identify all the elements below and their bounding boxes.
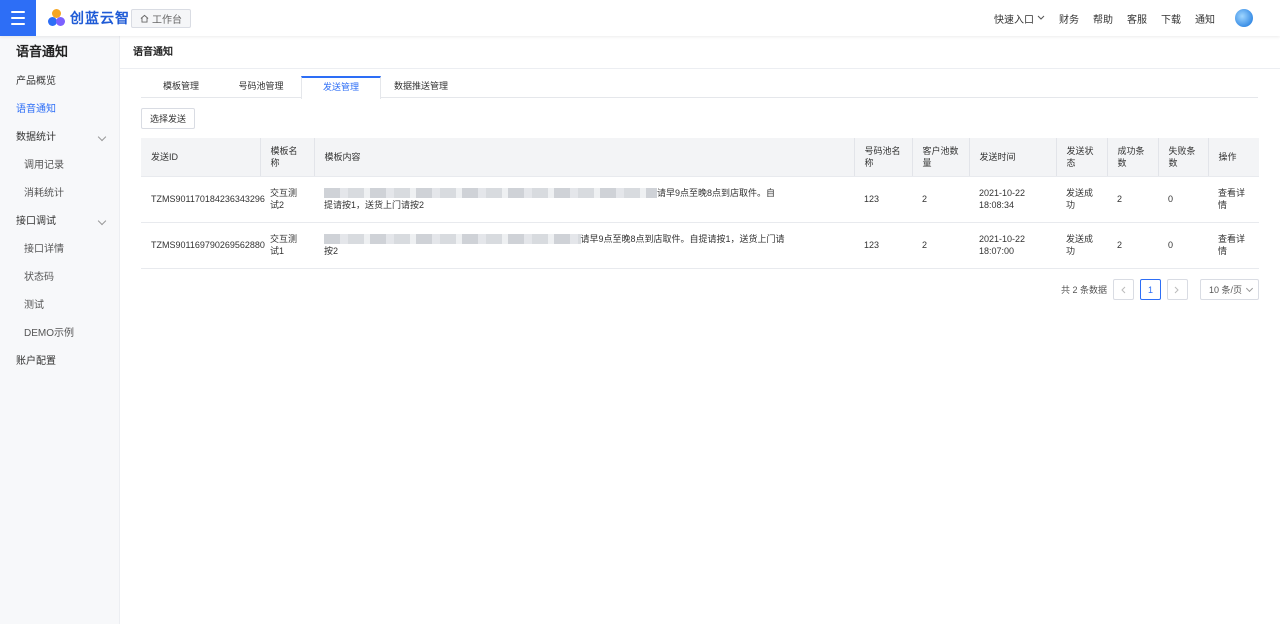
nav-finance[interactable]: 财务 bbox=[1059, 11, 1079, 26]
success-count-cell: 2 bbox=[1107, 222, 1158, 269]
chevron-down-icon bbox=[97, 216, 107, 226]
nav-help[interactable]: 帮助 bbox=[1093, 11, 1113, 26]
table-row: TZMS901170184236343296 交互测试2 xxxxxxxxxxx… bbox=[141, 176, 1259, 223]
status-cell: 发送成功 bbox=[1056, 176, 1107, 223]
template-name-cell: 交互测试1 bbox=[260, 222, 314, 269]
sidebar-item-demo[interactable]: DEMO示例 bbox=[0, 320, 119, 348]
column-header: 操作 bbox=[1208, 138, 1259, 177]
top-nav: 快速入口 财务 帮助 客服 下载 通知 bbox=[980, 0, 1253, 36]
chevron-down-icon bbox=[1245, 284, 1254, 292]
page-title: 语音通知 bbox=[120, 36, 1280, 69]
menu-toggle-button[interactable] bbox=[0, 0, 36, 36]
chevron-down-icon bbox=[1037, 15, 1045, 20]
next-page-button[interactable] bbox=[1166, 279, 1188, 300]
fail-count-cell: 0 bbox=[1158, 176, 1208, 223]
sidebar-item-api-debug[interactable]: 接口调试 bbox=[0, 208, 119, 236]
send-records-table: 发送ID 模板名称 模板内容 号码池名称 客户池数量 发送时间 发送状态 成功条… bbox=[141, 138, 1259, 269]
brand-name: 创蓝云智 bbox=[70, 10, 130, 26]
tab-send-management[interactable]: 发送管理 bbox=[301, 76, 381, 99]
view-details-link[interactable]: 查看详情 bbox=[1208, 222, 1259, 269]
tab-number-pool-management[interactable]: 号码池管理 bbox=[221, 76, 301, 97]
main-content: 语音通知 模板管理 号码池管理 发送管理 数据推送管理 选择发送 发送ID 模板… bbox=[120, 36, 1280, 624]
chevron-left-icon bbox=[1121, 286, 1126, 293]
quick-entry-dropdown[interactable]: 快速入口 bbox=[994, 11, 1045, 26]
send-time-cell: 2021-10-22 18:07:00 bbox=[969, 222, 1056, 269]
sidebar-item-statistics[interactable]: 数据统计 bbox=[0, 124, 119, 152]
table-row: TZMS901169790269562880 交互测试1 xxxxxxxxxxx… bbox=[141, 222, 1259, 269]
fail-count-cell: 0 bbox=[1158, 222, 1208, 269]
column-header: 发送状态 bbox=[1056, 138, 1108, 177]
workbench-label: 工作台 bbox=[152, 15, 182, 26]
column-header: 发送时间 bbox=[969, 138, 1057, 177]
send-id-cell: TZMS901169790269562880 bbox=[141, 222, 265, 269]
nav-download[interactable]: 下载 bbox=[1161, 11, 1181, 26]
brand-logo[interactable]: 创蓝云智 bbox=[48, 8, 130, 28]
chevron-right-icon bbox=[1175, 286, 1180, 293]
sidebar-item-voice-notification[interactable]: 语音通知 bbox=[0, 96, 119, 124]
column-header: 客户池数量 bbox=[912, 138, 970, 177]
success-count-cell: 2 bbox=[1107, 176, 1158, 223]
top-bar: 创蓝云智 工作台 快速入口 财务 帮助 客服 下载 通知 bbox=[0, 0, 1280, 36]
logo-icon bbox=[48, 9, 66, 27]
page-number-button[interactable]: 1 bbox=[1139, 279, 1161, 300]
template-content-cell: xxxxxxxxxxxxxxxxxxxxxxxxxxxxxxxxxxxxxxxx… bbox=[314, 176, 854, 223]
home-icon bbox=[140, 14, 149, 23]
workbench-button[interactable]: 工作台 bbox=[131, 9, 191, 28]
nav-notification[interactable]: 通知 bbox=[1195, 11, 1215, 26]
redacted-text: xxxxxxxxxxxxxxxxxxxxxxxxxxxxxxxxxxxxxxxx… bbox=[324, 188, 657, 198]
customer-count-cell: 2 bbox=[912, 176, 969, 223]
nav-customer-service[interactable]: 客服 bbox=[1127, 11, 1147, 26]
tab-template-management[interactable]: 模板管理 bbox=[141, 76, 221, 97]
sidebar-item-account-config[interactable]: 账户配置 bbox=[0, 348, 119, 376]
template-content-cell: xxxxxxxxxxxxxxxxxxxxxxxxxxxxxxxxxxxxxxxx… bbox=[314, 222, 854, 269]
table-header-row: 发送ID 模板名称 模板内容 号码池名称 客户池数量 发送时间 发送状态 成功条… bbox=[141, 138, 1259, 177]
column-header: 成功条数 bbox=[1107, 138, 1159, 177]
column-header: 模板内容 bbox=[314, 138, 855, 177]
page-size-select[interactable]: 10 条/页 bbox=[1199, 279, 1259, 300]
column-header: 失败条数 bbox=[1158, 138, 1209, 177]
pool-name-cell: 123 bbox=[854, 176, 912, 223]
chevron-down-icon bbox=[97, 132, 107, 142]
sidebar-item-overview[interactable]: 产品概览 bbox=[0, 68, 119, 96]
sidebar-title: 语音通知 bbox=[16, 44, 69, 59]
sidebar-item-call-records[interactable]: 调用记录 bbox=[0, 152, 119, 180]
pool-name-cell: 123 bbox=[854, 222, 912, 269]
pagination: 共 2 条数据 1 10 条/页 bbox=[1061, 279, 1259, 300]
send-time-cell: 2021-10-22 18:08:34 bbox=[969, 176, 1056, 223]
send-id-cell: TZMS901170184236343296 bbox=[141, 176, 265, 223]
sidebar-item-consumption-stats[interactable]: 消耗统计 bbox=[0, 180, 119, 208]
hamburger-icon bbox=[11, 11, 25, 13]
redacted-text: xxxxxxxxxxxxxxxxxxxxxxxxxxxxxxxxxxxxxxxx… bbox=[324, 234, 581, 244]
tab-data-push-management[interactable]: 数据推送管理 bbox=[381, 76, 461, 97]
column-header: 号码池名称 bbox=[854, 138, 913, 177]
status-cell: 发送成功 bbox=[1056, 222, 1107, 269]
tab-bar: 模板管理 号码池管理 发送管理 数据推送管理 bbox=[141, 76, 1258, 99]
template-name-cell: 交互测试2 bbox=[260, 176, 314, 223]
customer-count-cell: 2 bbox=[912, 222, 969, 269]
prev-page-button[interactable] bbox=[1112, 279, 1134, 300]
view-details-link[interactable]: 查看详情 bbox=[1208, 176, 1259, 223]
column-header: 发送ID bbox=[141, 138, 261, 177]
sidebar-item-api-details[interactable]: 接口详情 bbox=[0, 236, 119, 264]
select-send-button[interactable]: 选择发送 bbox=[141, 108, 195, 129]
sidebar-item-status-codes[interactable]: 状态码 bbox=[0, 264, 119, 292]
sidebar: 语音通知 产品概览 语音通知 数据统计 调用记录 消耗统计 接口调试 接口详情 … bbox=[0, 36, 120, 624]
avatar[interactable] bbox=[1235, 9, 1253, 27]
total-count: 共 2 条数据 bbox=[1060, 285, 1107, 295]
column-header: 模板名称 bbox=[260, 138, 315, 177]
sidebar-item-test[interactable]: 测试 bbox=[0, 292, 119, 320]
